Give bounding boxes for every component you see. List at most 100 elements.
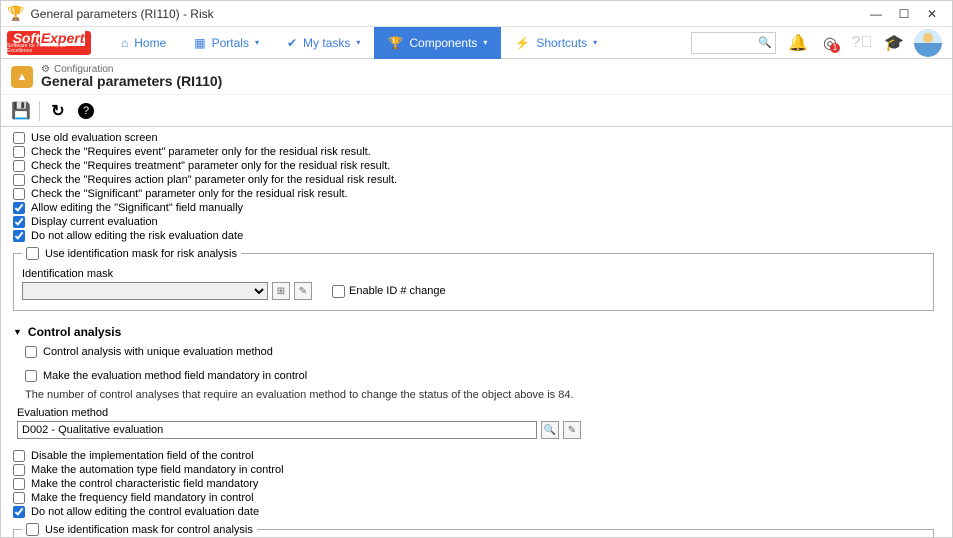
checkbox[interactable] [13,202,25,214]
enable-id-label: Enable ID # change [349,285,446,297]
bell-icon[interactable]: 🔔 [786,31,810,55]
nav-portals-label: Portals [212,36,249,50]
nav-portals[interactable]: ▦ Portals ▾ [180,27,273,59]
page-icon: ▲ [11,66,33,88]
chk-label: Make the evaluation method field mandato… [43,370,307,382]
mask-btn-1[interactable]: ⊞ [272,282,290,300]
checkbox[interactable] [13,174,25,186]
main-menubar: SoftExpert Software for Performance Exce… [1,27,952,59]
search-box[interactable]: 🔍 [691,32,776,54]
portals-icon: ▦ [194,36,205,50]
help-icon[interactable]: ?⃝ [850,31,874,55]
eval-search-btn[interactable]: 🔍 [541,421,559,439]
checkbox[interactable] [13,230,25,242]
alert-badge: 1 [830,43,840,53]
chk-label: Make the frequency field mandatory in co… [31,492,254,504]
chk-label: Control analysis with unique evaluation … [43,346,273,358]
page-title: General parameters (RI110) [41,73,222,89]
checkbox[interactable] [13,132,25,144]
chk-risk-0[interactable]: Use old evaluation screen [13,131,938,145]
checkbox[interactable] [13,160,25,172]
nav-tasks-label: My tasks [303,36,350,50]
checkbox-enable-id-risk[interactable] [332,285,345,298]
input-eval-method[interactable]: D002 - Qualitative evaluation [17,421,537,439]
chk-risk-4[interactable]: Check the "Significant" parameter only f… [13,187,938,201]
chk-label: Do not allow editing the risk evaluation… [31,230,243,242]
chk-label: Check the "Requires action plan" paramet… [31,174,397,186]
chk-risk-7[interactable]: Do not allow editing the risk evaluation… [13,229,938,243]
checkbox[interactable] [13,464,25,476]
bolt-icon: ⚡ [515,36,530,50]
mask-btn-2[interactable]: ✎ [294,282,312,300]
grad-icon[interactable]: 🎓 [882,31,906,55]
chevron-down-icon: ▾ [356,38,360,47]
chevron-down-icon: ▾ [593,38,597,47]
checkbox[interactable] [26,523,39,536]
window-minimize[interactable]: — [862,4,890,24]
check-icon: ✔ [287,36,297,50]
checkbox[interactable] [13,216,25,228]
nav-components[interactable]: 🏆 Components ▾ [374,27,501,59]
checkbox[interactable] [13,478,25,490]
chk-label: Use old evaluation screen [31,132,158,144]
chk-risk-2[interactable]: Check the "Requires treatment" parameter… [13,159,938,173]
chk-risk-3[interactable]: Check the "Requires action plan" paramet… [13,173,938,187]
content-scroll[interactable]: Use old evaluation screen Check the "Req… [1,127,946,537]
checkbox[interactable] [13,146,25,158]
window-titlebar: 🏆 General parameters (RI110) - Risk — ☐ … [1,1,952,27]
legend-risk-mask[interactable]: Use identification mask for risk analysi… [22,247,241,260]
nav-components-label: Components [409,36,477,50]
chk-risk-6[interactable]: Display current evaluation [13,215,938,229]
chk-label: Check the "Requires event" parameter onl… [31,146,371,158]
checkbox[interactable] [25,370,37,382]
chk-risk-1[interactable]: Check the "Requires event" parameter onl… [13,145,938,159]
fieldset-risk-mask: Use identification mask for risk analysi… [13,247,934,311]
chk-ctrl-1[interactable]: Make the automation type field mandatory… [13,463,938,477]
alert-icon[interactable]: ◎1 [818,31,842,55]
chk-control-uniq[interactable]: Control analysis with unique evaluation … [25,345,938,359]
chk-label: Disable the implementation field of the … [31,450,254,462]
eval-clear-btn[interactable]: ✎ [563,421,581,439]
window-maximize[interactable]: ☐ [890,4,918,24]
brand-logo: SoftExpert Software for Performance Exce… [7,31,91,55]
chk-ctrl-4[interactable]: Do not allow editing the control evaluat… [13,505,938,519]
section-control-header[interactable]: ▼Control analysis [13,325,934,339]
chevron-down-icon: ▾ [255,38,259,47]
trophy-icon: 🏆 [7,5,24,22]
eval-value: D002 - Qualitative evaluation [22,424,163,436]
chk-label: Make the control characteristic field ma… [31,478,258,490]
control-note: The number of control analyses that requ… [25,389,938,401]
chk-label: Make the automation type field mandatory… [31,464,284,476]
chk-ctrl-3[interactable]: Make the frequency field mandatory in co… [13,491,938,505]
nav-home[interactable]: ⌂ Home [107,27,180,59]
chk-label: Display current evaluation [31,216,158,228]
checkbox[interactable] [25,346,37,358]
save-button[interactable]: 💾 [11,101,31,121]
legend-label: Use identification mask for risk analysi… [45,248,237,260]
checkbox[interactable] [13,506,25,518]
search-input[interactable] [698,37,758,49]
nav-home-label: Home [134,36,166,50]
help-button[interactable]: ? [76,101,96,121]
checkbox[interactable] [13,188,25,200]
chevron-down-icon: ▾ [483,38,487,47]
chk-risk-5[interactable]: Allow editing the "Significant" field ma… [13,201,938,215]
home-icon: ⌂ [121,36,128,50]
checkbox[interactable] [26,247,39,260]
chk-ctrl-0[interactable]: Disable the implementation field of the … [13,449,938,463]
refresh-button[interactable]: ↻ [48,101,68,121]
label-risk-mask: Identification mask [22,268,925,280]
trophy-icon: 🏆 [388,36,403,50]
window-close[interactable]: ✕ [918,4,946,24]
select-risk-mask[interactable] [22,282,268,300]
checkbox[interactable] [13,492,25,504]
checkbox[interactable] [13,450,25,462]
nav-shortcuts[interactable]: ⚡Shortcuts▾ [501,27,611,59]
nav-tasks[interactable]: ✔ My tasks ▾ [273,27,374,59]
section-label: Control analysis [28,325,121,339]
chk-ctrl-2[interactable]: Make the control characteristic field ma… [13,477,938,491]
chk-label: Check the "Significant" parameter only f… [31,188,348,200]
user-avatar[interactable] [914,29,942,57]
chk-control-mand[interactable]: Make the evaluation method field mandato… [25,369,938,383]
legend-control-mask[interactable]: Use identification mask for control anal… [22,523,257,536]
